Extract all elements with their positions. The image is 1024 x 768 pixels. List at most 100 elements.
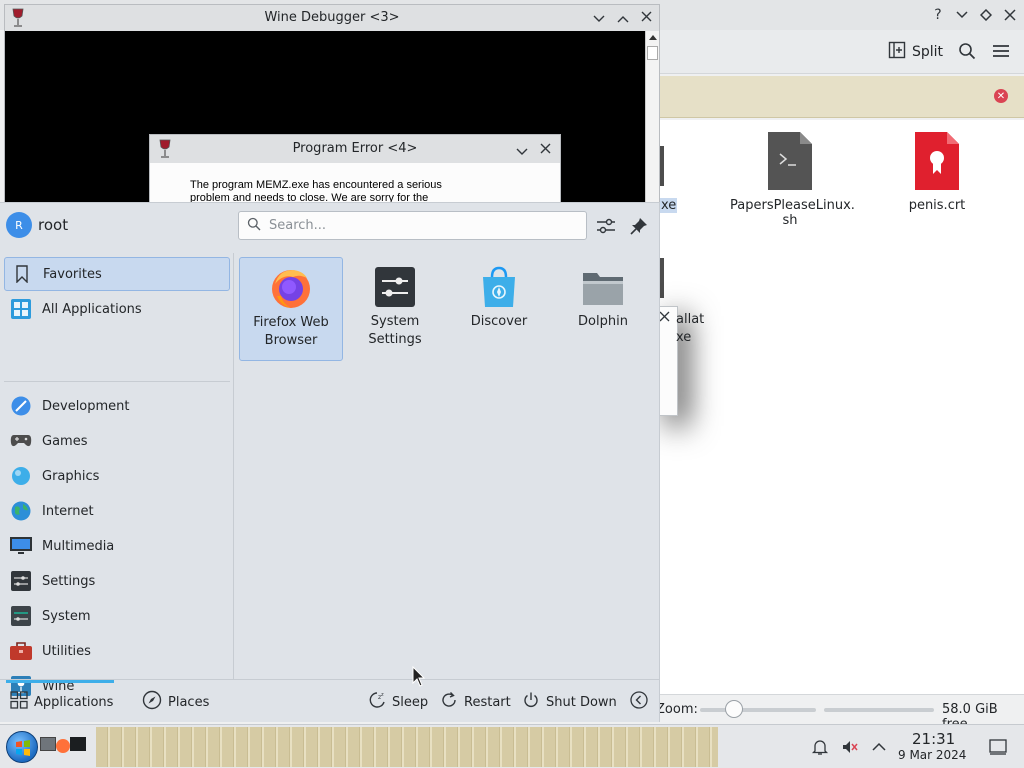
close-icon[interactable] [540,143,551,158]
split-label: Split [912,44,944,60]
wine-task-buttons[interactable] [96,727,718,767]
show-desktop-icon[interactable] [988,737,1008,757]
volume-muted-icon[interactable] [840,737,860,757]
category-system[interactable]: System [4,599,230,633]
partial-file-label-3: xe [676,330,692,345]
app-dolphin[interactable]: Dolphin [551,257,655,361]
firefox-icon [269,266,313,310]
split-icon [888,41,906,63]
scroll-thumb[interactable] [647,46,658,60]
file-penis-crt[interactable]: penis.crt [877,132,997,213]
program-error-title: Program Error <4> [292,141,418,156]
script-file-icon [768,132,812,190]
discover-icon [477,265,521,309]
maximize-icon[interactable] [617,12,629,27]
search-icon[interactable] [958,42,976,64]
zoom-slider-track[interactable] [700,708,816,712]
scroll-up-icon[interactable] [648,35,657,40]
category-development[interactable]: Development [4,389,230,423]
close-icon[interactable] [1000,5,1020,25]
category-favorites[interactable]: Favorites [4,257,230,291]
help-icon[interactable]: ? [928,5,948,25]
category-internet[interactable]: Internet [4,494,230,528]
app-firefox[interactable]: Firefox Web Browser [239,257,343,361]
file-label-line1: penis.crt [908,198,966,213]
graphics-icon [10,465,32,487]
minimize-icon[interactable] [516,145,528,160]
multimedia-icon [10,535,32,557]
category-list: Favorites All Applications Development G… [0,253,234,696]
sleep-icon: zz [368,691,386,713]
more-options-button[interactable] [630,690,648,714]
pin-icon[interactable] [630,217,648,239]
dolphin-task-icon[interactable] [40,737,56,751]
category-graphics[interactable]: Graphics [4,459,230,493]
system-icon [10,605,32,627]
shutdown-button[interactable]: Shut Down [522,690,617,714]
active-tab-indicator [6,680,114,683]
zoom-slider-handle[interactable] [725,700,743,718]
close-icon[interactable] [641,11,652,26]
program-error-dialog: Program Error <4> The program MEMZ.exe h… [149,134,561,204]
applications-grid-icon [10,691,28,713]
app-discover[interactable]: Discover [447,257,551,361]
start-menu-button[interactable] [6,731,38,763]
clock-time[interactable]: 21:31 [912,730,955,748]
category-utilities[interactable]: Utilities [4,634,230,668]
search-input[interactable] [269,218,569,233]
configure-icon[interactable] [596,217,616,239]
file-label-line1: PapersPleaseLinux. [730,198,855,213]
tab-places[interactable]: Places [142,690,209,714]
search-field[interactable] [238,211,587,240]
category-label: Settings [42,573,96,589]
file-view[interactable]: xe PapersPleaseLinux. sh penis.crt [656,120,1024,694]
app-system-settings[interactable]: System Settings [343,257,447,361]
banner-close-icon[interactable]: ✕ [994,89,1008,103]
firefox-task-icon[interactable] [56,739,70,753]
wine-debugger-titlebar[interactable]: Wine Debugger <3> [5,5,659,31]
zoom-label: Zoom: [656,702,698,717]
chevron-up-icon[interactable] [869,737,889,757]
error-message-line1: The program MEMZ.exe has encountered a s… [190,179,442,191]
partial-file-label[interactable]: xe [660,198,678,213]
hamburger-menu-icon[interactable] [992,44,1010,62]
compass-icon [142,690,162,714]
terminal-task-icon[interactable] [70,737,86,751]
restart-button[interactable]: Restart [440,690,511,714]
clock-date[interactable]: 9 Mar 2024 [898,748,966,762]
file-papersplease[interactable]: PapersPleaseLinux. sh [730,132,855,228]
minimize-icon[interactable] [593,12,605,27]
username: root [38,216,69,234]
notifications-icon[interactable] [810,737,830,757]
free-space-bar [824,708,934,712]
app-label-line1: Firefox Web [253,315,329,330]
file-label-line2: sh [782,213,798,228]
console-scrollbar[interactable] [645,31,659,205]
application-launcher: R root Favorites All Applications [0,202,660,722]
tab-applications[interactable]: Applications [10,690,113,714]
tab-places-label: Places [168,694,210,710]
category-all-applications[interactable]: All Applications [4,292,230,326]
maximize-icon[interactable] [976,5,996,25]
program-error-titlebar[interactable]: Program Error <4> [150,135,560,163]
dialog-close-icon[interactable] [659,311,670,326]
category-settings[interactable]: Settings [4,564,230,598]
gamepad-icon [10,430,32,452]
power-icon [522,691,540,713]
category-label: All Applications [42,301,142,317]
category-multimedia[interactable]: Multimedia [4,529,230,563]
app-label-line1: Dolphin [578,314,628,329]
minimize-icon[interactable] [952,5,972,25]
split-button[interactable]: Split [888,40,943,64]
restart-icon [440,691,458,713]
app-label-line2: Browser [264,333,318,348]
category-games[interactable]: Games [4,424,230,458]
tab-applications-label: Applications [34,694,114,710]
globe-icon [10,500,32,522]
certificate-file-icon [915,132,959,190]
mouse-cursor-icon [412,665,426,692]
taskbar: 21:31 9 Mar 2024 [0,724,1024,768]
sleep-button[interactable]: zz Sleep [368,690,428,714]
category-label: Utilities [42,643,91,659]
avatar[interactable]: R [6,212,32,238]
